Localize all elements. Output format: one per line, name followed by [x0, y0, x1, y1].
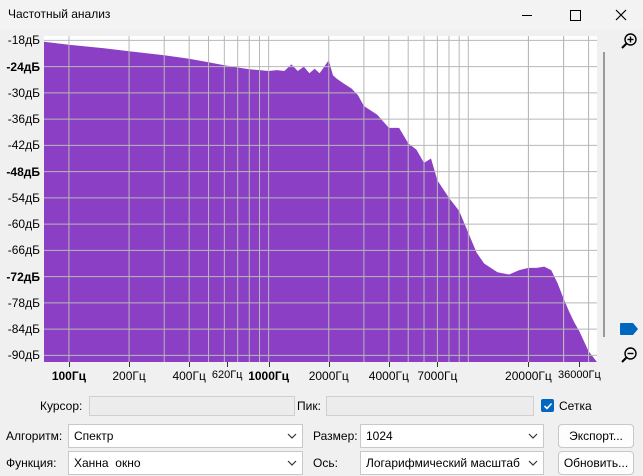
x-tick-mark: [129, 362, 131, 367]
maximize-icon: [569, 9, 581, 21]
zoom-out-icon[interactable]: [620, 346, 638, 364]
x-tick-label: 1000Гц: [248, 369, 290, 383]
chevron-down-icon: [287, 433, 297, 439]
close-icon: [615, 9, 627, 21]
x-tick-label: 200Гц: [112, 369, 146, 383]
checkmark-icon: [543, 402, 552, 410]
x-tick-mark: [227, 362, 229, 367]
function-label: Функция:: [6, 456, 57, 470]
y-tick-label: -54дБ: [7, 190, 40, 205]
peak-label: Пик:: [297, 399, 321, 413]
x-tick-mark: [579, 362, 581, 367]
refresh-button[interactable]: Обновить...: [558, 451, 634, 475]
cursor-field: [89, 396, 295, 416]
x-tick-label: 2000Гц: [308, 369, 349, 383]
function-select[interactable]: Ханна окно: [68, 451, 303, 475]
x-tick-mark: [388, 362, 390, 367]
zoom-slider-thumb[interactable]: [620, 323, 638, 335]
y-tick-label: -18дБ: [7, 33, 40, 48]
y-tick-label: -36дБ: [7, 112, 40, 127]
x-tick-mark: [328, 362, 330, 367]
y-tick-label: -90дБ: [7, 348, 40, 363]
y-tick-label: -72дБ: [6, 269, 40, 284]
maximize-button[interactable]: [552, 0, 598, 30]
y-tick-label: -24дБ: [6, 59, 40, 74]
chevron-down-icon: [528, 460, 538, 466]
close-button[interactable]: [598, 0, 643, 30]
minimize-button[interactable]: [504, 0, 550, 30]
x-tick-mark: [268, 362, 270, 367]
x-tick-label: 20000Гц: [505, 369, 552, 383]
size-value: 1024: [366, 429, 393, 443]
x-tick-label: 7000Гц: [417, 369, 458, 383]
axis-value: Логарифмический масштаб: [366, 456, 520, 470]
x-tick-mark: [437, 362, 439, 367]
y-tick-label: -42дБ: [7, 138, 40, 153]
export-button[interactable]: Экспорт...: [558, 424, 634, 448]
chevron-down-icon: [287, 460, 297, 466]
y-tick-label: -78дБ: [7, 295, 40, 310]
size-select[interactable]: 1024: [360, 424, 544, 448]
x-tick-label: 4000Гц: [368, 369, 409, 383]
y-tick-label: -30дБ: [7, 85, 40, 100]
x-tick-label: 100Гц: [51, 369, 87, 383]
title-bar: Частотный анализ: [0, 0, 643, 30]
algorithm-label: Алгоритм:: [6, 429, 63, 443]
x-tick-mark: [528, 362, 530, 367]
x-tick-label: 36000Гц: [557, 369, 601, 381]
y-tick-label: -84дБ: [7, 322, 40, 337]
x-tick-mark: [68, 362, 70, 367]
minimize-icon: [522, 14, 532, 16]
x-tick-mark: [189, 362, 191, 367]
zoom-slider-track[interactable]: [603, 52, 605, 337]
x-tick-label: 620Гц: [211, 369, 243, 381]
x-tick-label: 400Гц: [172, 369, 206, 383]
chevron-down-icon: [528, 433, 538, 439]
cursor-label: Курсор:: [40, 399, 83, 413]
zoom-in-icon[interactable]: [620, 32, 638, 50]
function-value: Ханна окно: [74, 456, 141, 470]
grid-label: Сетка: [559, 399, 592, 413]
peak-field: [326, 396, 534, 416]
algorithm-select[interactable]: Спектр: [68, 424, 303, 448]
grid-checkbox[interactable]: [541, 399, 554, 412]
axis-select[interactable]: Логарифмический масштаб: [360, 451, 544, 475]
y-tick-label: -66дБ: [7, 243, 40, 258]
window-title: Частотный анализ: [8, 7, 111, 21]
size-label: Размер:: [313, 429, 358, 443]
algorithm-value: Спектр: [74, 429, 114, 443]
axis-label: Ось:: [313, 456, 338, 470]
y-tick-label: -60дБ: [7, 217, 40, 232]
spectrum-plot[interactable]: [44, 36, 597, 362]
y-tick-label: -48дБ: [6, 164, 40, 179]
